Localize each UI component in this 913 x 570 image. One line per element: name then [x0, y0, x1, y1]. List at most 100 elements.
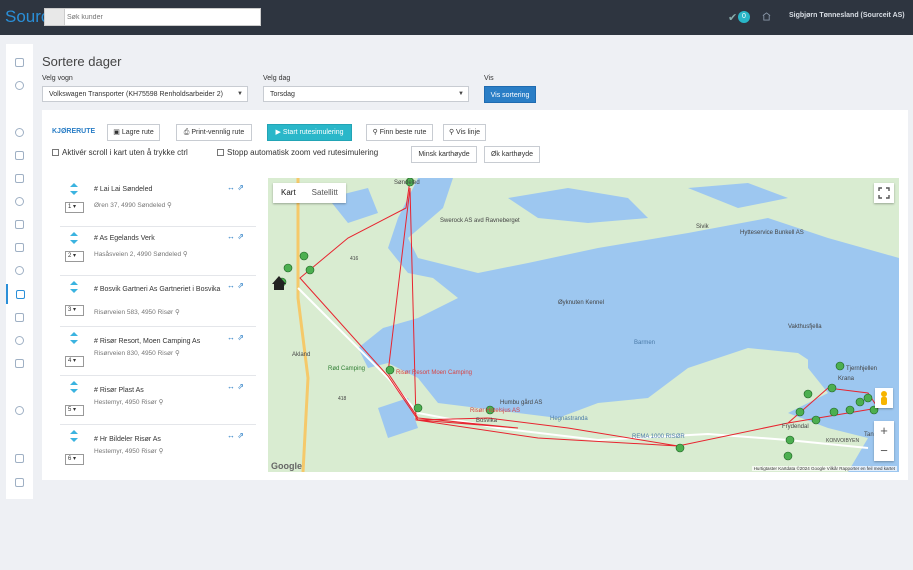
sidebar-item-sync[interactable] [6, 191, 33, 211]
route-map[interactable]: Søndeled Swerock AS avd Ravneberget Sivi… [268, 178, 899, 472]
sidebar-item-documents[interactable] [6, 145, 33, 165]
user-name[interactable]: Sigbjørn Tønnesland (Sourceit AS) [789, 12, 905, 19]
external-link-icon[interactable]: ⇗ [237, 281, 244, 290]
external-link-icon[interactable]: ⇗ [237, 183, 244, 192]
map-canvas[interactable]: Søndeled Swerock AS avd Ravneberget Sivi… [268, 178, 899, 472]
map-marker[interactable] [305, 265, 315, 275]
sidebar-item-vehicles[interactable] [6, 353, 33, 373]
map-marker[interactable] [283, 263, 293, 273]
map-marker[interactable] [385, 365, 395, 375]
map-marker[interactable] [863, 393, 873, 403]
map-marker[interactable] [795, 407, 805, 417]
place-label: Vakthusfjella [788, 324, 822, 330]
sidebar-item-quality[interactable] [6, 214, 33, 234]
map-marker[interactable] [299, 251, 309, 261]
list-item[interactable]: 5 ▾ # Risør Plast As Hestemyr, 4950 Risø… [60, 377, 256, 425]
map-attribution[interactable]: Hurtigtaster Kartdata ©2024 Google Vilkå… [751, 466, 897, 471]
sequence-value: 1 [68, 204, 72, 210]
sequence-select[interactable]: 2 ▾ [65, 251, 84, 262]
stop-address: Øren 37, 4990 Søndeled ⚲ [94, 201, 172, 209]
external-link-icon[interactable]: ⇗ [237, 431, 244, 440]
sequence-select[interactable]: 1 ▾ [65, 202, 84, 213]
swap-icon[interactable]: ↔ [227, 183, 235, 192]
sidebar-item-customers[interactable] [6, 122, 33, 142]
vehicle-select[interactable]: Volkswagen Transporter (KH75598 Renholds… [42, 86, 248, 102]
search-icon[interactable] [45, 9, 65, 25]
brand-logo[interactable]: Sourc [5, 7, 49, 27]
find-best-route-button[interactable]: ⚲ Finn beste rute [366, 124, 433, 141]
zoom-checkbox[interactable] [217, 149, 224, 156]
sequence-select[interactable]: 6 ▾ [65, 454, 84, 465]
sequence-select[interactable]: 4 ▾ [65, 356, 84, 367]
list-item[interactable]: 2 ▾ # As Egelands Verk Hasåsveien 2, 499… [60, 228, 256, 276]
external-link-icon[interactable]: ⇗ [237, 232, 244, 241]
notification-badge[interactable]: 0 [738, 11, 750, 23]
sidebar-item-users[interactable] [6, 75, 33, 95]
swap-icon[interactable]: ↔ [227, 232, 235, 241]
swap-icon[interactable]: ↔ [227, 281, 235, 290]
sidebar-item-tools[interactable] [6, 400, 33, 420]
users-icon [15, 127, 24, 137]
drag-handle-icon[interactable] [70, 430, 78, 442]
start-simulation-button[interactable]: ▶ Start rutesimulering [267, 124, 352, 141]
drag-handle-icon[interactable] [70, 381, 78, 393]
search-input[interactable] [67, 9, 257, 25]
sequence-select[interactable]: 3 ▾ [65, 305, 84, 316]
sidebar-item-logout[interactable] [6, 448, 33, 468]
check-icon[interactable]: ✔ [728, 11, 737, 24]
sidebar-item-employees[interactable] [6, 330, 33, 350]
list-item[interactable]: 1 ▾ # Lai Lai Søndeled Øren 37, 4990 Søn… [60, 179, 256, 227]
save-route-button[interactable]: ▣ Lagre rute [107, 124, 160, 141]
swap-icon[interactable]: ↔ [227, 431, 235, 440]
tab-map[interactable]: Kart [273, 183, 304, 203]
bank-icon[interactable] [762, 12, 771, 21]
list-item[interactable]: 6 ▾ # Hr Bildeler Risør As Hestemyr, 495… [60, 426, 256, 474]
sidebar-item-calendar[interactable] [6, 307, 33, 327]
map-marker[interactable] [785, 435, 795, 445]
sidebar-item-home[interactable] [6, 52, 33, 72]
sequence-select[interactable]: 5 ▾ [65, 405, 84, 416]
list-item[interactable]: 3 ▾ # Bosvik Gartneri As Gartneriet i Bo… [60, 277, 256, 327]
street-view-button[interactable] [875, 388, 893, 408]
map-marker[interactable] [835, 361, 845, 371]
sidebar-item-edit[interactable] [6, 472, 33, 492]
swap-icon[interactable]: ↔ [227, 382, 235, 391]
shrink-map-button[interactable]: Minsk karthøyde [411, 146, 477, 163]
fullscreen-button[interactable] [874, 183, 894, 203]
zoom-in-button[interactable]: + [874, 421, 894, 441]
sidebar-item-files[interactable] [6, 168, 33, 188]
map-marker[interactable] [855, 397, 865, 407]
shuffle-icon [16, 289, 25, 299]
map-marker[interactable] [783, 451, 793, 461]
scroll-checkbox-row[interactable]: Aktivér scroll i kart uten å trykke ctrl [52, 148, 188, 157]
scroll-checkbox[interactable] [52, 149, 59, 156]
map-marker[interactable] [675, 443, 685, 453]
drag-handle-icon[interactable] [70, 332, 78, 344]
sidebar-item-routes[interactable] [6, 284, 33, 304]
map-marker[interactable] [803, 389, 813, 399]
zoom-out-button[interactable]: − [874, 441, 894, 461]
map-marker[interactable] [811, 415, 821, 425]
map-marker[interactable] [829, 407, 839, 417]
tab-satellite[interactable]: Satellitt [304, 183, 346, 203]
sidebar-item-economy[interactable] [6, 237, 33, 257]
zoom-checkbox-row[interactable]: Stopp automatisk zoom ved rutesimulering [217, 148, 378, 157]
external-link-icon[interactable]: ⇗ [237, 382, 244, 391]
map-marker[interactable] [827, 383, 837, 393]
map-marker[interactable] [413, 403, 423, 413]
drag-handle-icon[interactable] [70, 232, 78, 244]
start-simulation-label: Start rutesimulering [282, 129, 344, 136]
show-line-button[interactable]: ⚲ Vis linje [443, 124, 486, 141]
print-route-button[interactable]: ⎙ Print-vennlig rute [176, 124, 252, 141]
map-marker[interactable] [845, 405, 855, 415]
swap-icon[interactable]: ↔ [227, 333, 235, 342]
show-sorting-button[interactable]: Vis sortering [484, 86, 536, 103]
grow-map-button[interactable]: Øk karthøyde [484, 146, 540, 163]
stop-actions: ↔ ⇗ [227, 281, 244, 290]
day-select[interactable]: Torsdag ▼ [263, 86, 469, 102]
drag-handle-icon[interactable] [70, 183, 78, 195]
drag-handle-icon[interactable] [70, 281, 78, 293]
external-link-icon[interactable]: ⇗ [237, 333, 244, 342]
list-item[interactable]: 4 ▾ # Risør Resort, Moen Camping As Risø… [60, 328, 256, 376]
sidebar-item-web[interactable] [6, 260, 33, 280]
